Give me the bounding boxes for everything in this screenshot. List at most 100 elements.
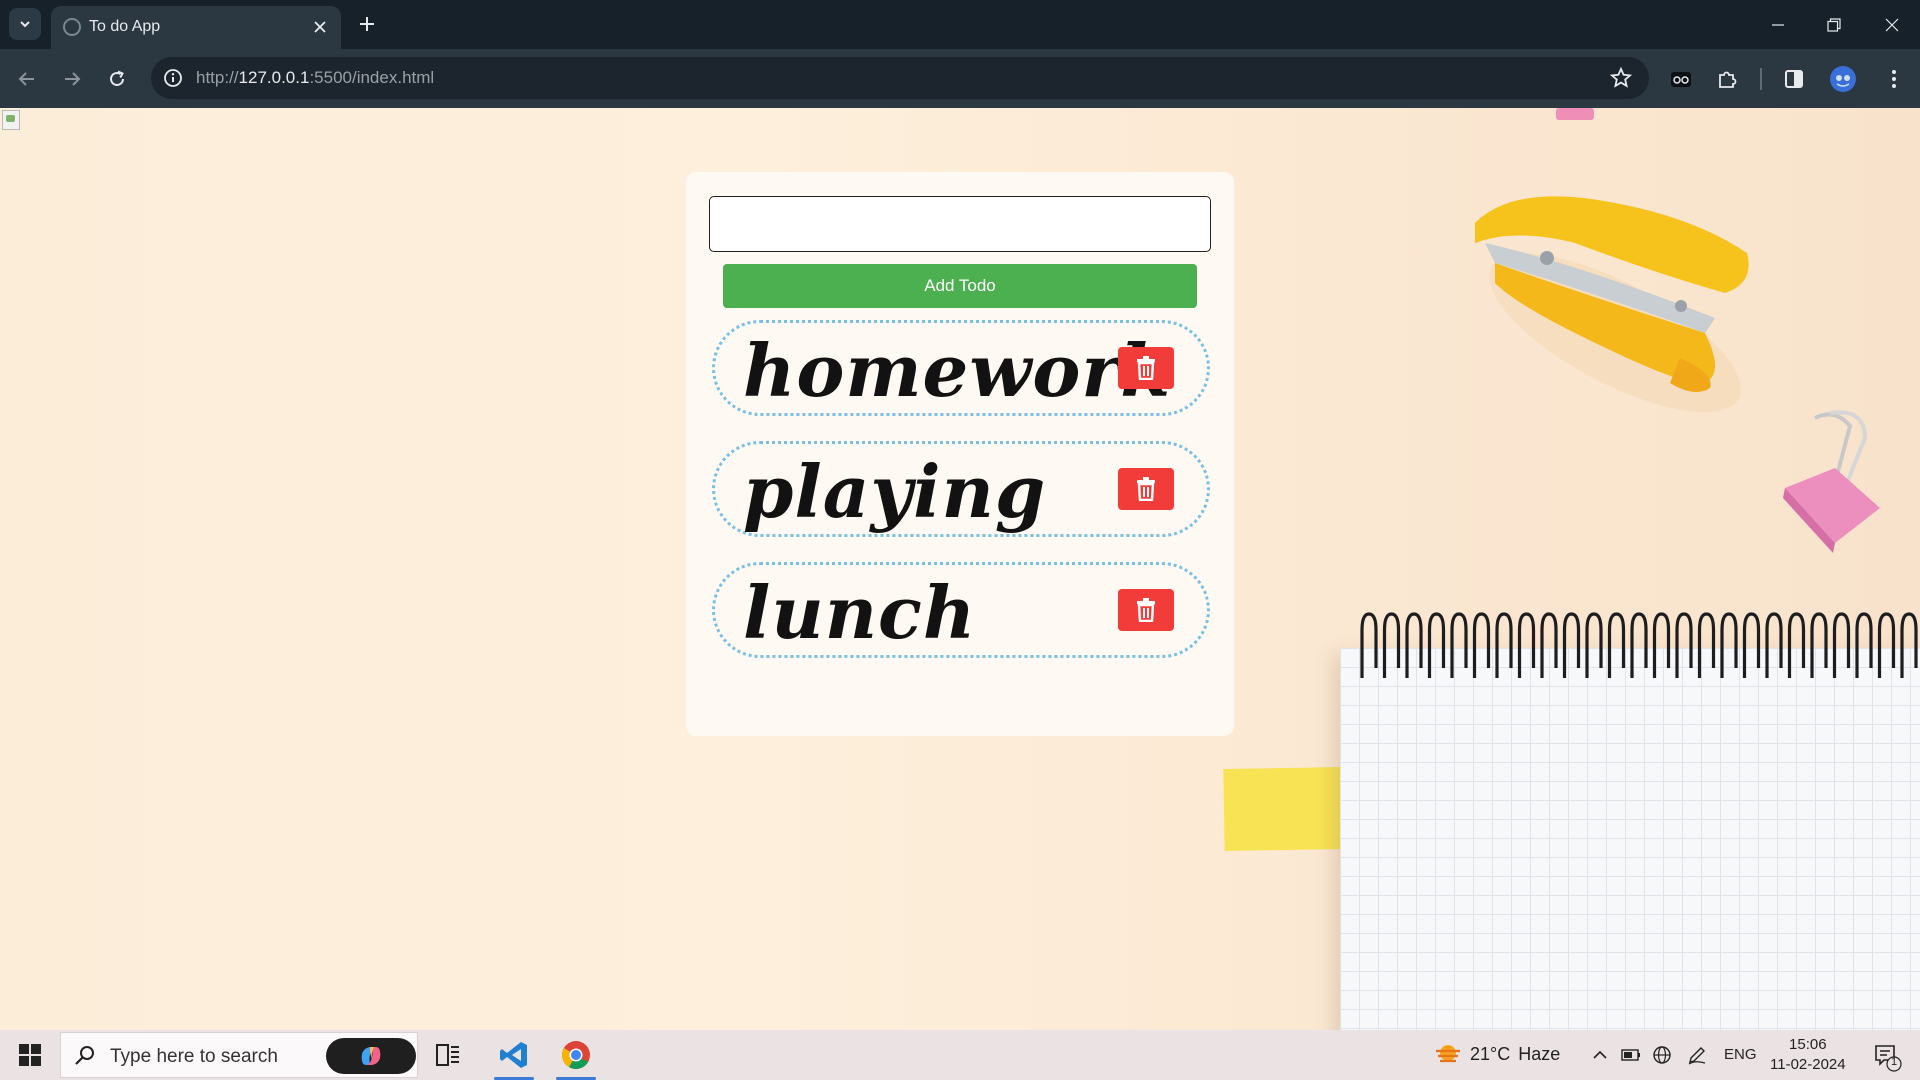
start-button[interactable] — [8, 1030, 52, 1080]
address-bar[interactable]: http://127.0.0.1:5500/index.html — [151, 57, 1649, 99]
weather-temperature: 21°C — [1470, 1043, 1511, 1064]
weather-widget[interactable]: 21°C Haze — [1434, 1042, 1560, 1066]
system-clock[interactable]: 15:06 11-02-2024 — [1770, 1035, 1846, 1075]
browser-toolbar: http://127.0.0.1:5500/index.html — [0, 49, 1920, 108]
sticky-note-decoration — [1223, 766, 1345, 852]
trash-icon — [1137, 356, 1155, 380]
arrow-left-icon — [18, 72, 34, 86]
input-language-indicator[interactable]: ENG — [1724, 1046, 1757, 1063]
yellow-stapler-decoration — [1475, 196, 1749, 413]
spiral-ring — [1742, 612, 1761, 678]
page-viewport: Add Todo homework playing lunch — [0, 108, 1920, 1030]
incognito-extension-icon[interactable] — [1665, 63, 1697, 95]
spiral-ring — [1810, 612, 1828, 678]
profile-avatar[interactable] — [1827, 63, 1859, 95]
forward-button[interactable] — [56, 63, 88, 95]
delete-todo-button[interactable] — [1118, 347, 1174, 389]
spiral-ring — [1697, 612, 1716, 678]
reload-icon — [110, 70, 124, 86]
url-prefix: http:// — [196, 68, 239, 87]
bookmark-star-icon[interactable] — [1609, 66, 1633, 90]
spiral-ring — [1405, 612, 1423, 678]
close-tab-button[interactable] — [307, 14, 333, 40]
chrome-taskbar-button[interactable] — [546, 1030, 606, 1080]
delete-todo-button[interactable] — [1118, 468, 1174, 510]
browser-tab[interactable]: To do App — [51, 6, 341, 49]
back-button[interactable] — [11, 63, 43, 95]
tab-search-button[interactable] — [9, 8, 41, 40]
broken-image-icon — [2, 110, 20, 130]
spiral-ring — [1540, 612, 1558, 678]
minimize-icon — [1772, 23, 1784, 26]
todo-text: homework — [743, 328, 1172, 413]
url-host: 127.0.0.1 — [238, 68, 310, 87]
network-globe-icon[interactable] — [1648, 1042, 1676, 1068]
windows-logo-icon — [19, 1044, 41, 1066]
new-tab-button[interactable] — [353, 10, 381, 38]
spiral-ring — [1832, 612, 1851, 678]
add-todo-button[interactable]: Add Todo — [723, 264, 1197, 308]
menu-kebab-icon[interactable] — [1878, 63, 1910, 95]
copilot-button[interactable] — [326, 1038, 416, 1074]
notification-center-button[interactable]: 1 — [1866, 1038, 1906, 1074]
chevron-down-icon — [20, 21, 30, 28]
spiral-ring — [1607, 612, 1626, 678]
spiral-ring — [1585, 612, 1603, 678]
tab-title: To do App — [89, 18, 161, 35]
clock-time: 15:06 — [1789, 1036, 1827, 1053]
pen-menu-icon[interactable] — [1683, 1042, 1711, 1068]
spiral-ring — [1900, 612, 1918, 678]
show-hidden-icons-button[interactable] — [1586, 1042, 1614, 1068]
weather-condition: Haze — [1518, 1043, 1561, 1064]
notification-icon — [1875, 1045, 1902, 1072]
spiral-ring — [1427, 612, 1446, 678]
reload-button[interactable] — [101, 63, 133, 95]
side-panel-icon[interactable] — [1778, 63, 1810, 95]
todo-text: lunch — [743, 570, 977, 655]
spiral-ring — [1787, 612, 1806, 678]
spiral-ring — [1495, 612, 1513, 678]
url-text: http://127.0.0.1:5500/index.html — [196, 68, 434, 88]
spiral-ring — [1652, 612, 1671, 678]
clock-date: 11-02-2024 — [1770, 1056, 1846, 1073]
spiral-ring — [1855, 612, 1873, 678]
globe-icon — [63, 18, 81, 36]
search-placeholder: Type here to search — [110, 1046, 278, 1067]
delete-todo-button[interactable] — [1118, 589, 1174, 631]
minimize-button[interactable] — [1750, 0, 1806, 49]
battery-icon[interactable] — [1617, 1042, 1645, 1068]
pink-clip-decoration — [1556, 108, 1594, 120]
copilot-icon — [361, 1047, 381, 1065]
url-path: :5500/index.html — [309, 68, 435, 87]
arrow-right-icon — [65, 72, 81, 86]
spiral-ring — [1517, 612, 1536, 678]
spiral-ring — [1675, 612, 1693, 678]
plus-icon — [360, 17, 374, 31]
info-icon[interactable] — [161, 66, 185, 90]
spiral-ring — [1450, 612, 1468, 678]
todo-card: Add Todo homework playing lunch — [686, 172, 1234, 736]
trash-icon — [1137, 477, 1155, 501]
spiral-ring — [1720, 612, 1738, 678]
close-icon — [314, 21, 326, 33]
taskbar-search-box[interactable]: Type here to search — [60, 1032, 418, 1078]
todo-item: homework — [712, 320, 1210, 416]
task-view-icon — [436, 1044, 459, 1066]
spiral-ring — [1360, 612, 1378, 678]
close-window-button[interactable] — [1864, 0, 1920, 49]
restore-icon — [1827, 17, 1841, 32]
vscode-taskbar-button[interactable] — [484, 1030, 544, 1080]
extensions-puzzle-icon[interactable] — [1711, 63, 1743, 95]
todo-input[interactable] — [709, 196, 1211, 252]
chrome-icon — [562, 1041, 590, 1069]
restore-button[interactable] — [1806, 0, 1862, 49]
task-view-button[interactable] — [418, 1030, 478, 1080]
spiral-ring — [1472, 612, 1491, 678]
spiral-ring — [1630, 612, 1648, 678]
todo-item: playing — [712, 441, 1210, 537]
toolbar-divider — [1760, 68, 1762, 90]
spiral-ring — [1877, 612, 1896, 678]
spiral-ring — [1765, 612, 1783, 678]
spiral-ring — [1562, 612, 1581, 678]
spiral-ring — [1382, 612, 1401, 678]
